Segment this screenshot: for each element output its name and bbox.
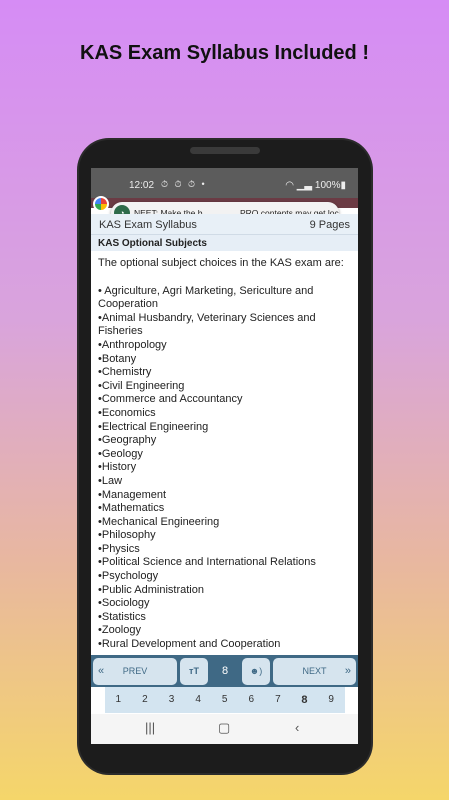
list-item: •Electrical Engineering	[98, 420, 209, 433]
status-battery: ◠ ▁▃ 100%▮	[285, 180, 346, 191]
document-header: KAS Exam Syllabus 9 Pages	[91, 214, 358, 234]
list-item: •Chemistry	[98, 366, 152, 379]
app-logo-icon	[93, 196, 109, 212]
section-content: The optional subject choices in the KAS …	[98, 257, 356, 652]
text-size-button[interactable]: тT	[180, 658, 208, 685]
next-label: NEXT	[302, 666, 327, 676]
back-icon[interactable]: ‹	[295, 720, 299, 735]
prev-label: PREV	[122, 666, 148, 676]
list-item: •Commerce and Accountancy	[98, 393, 243, 406]
page-count: 9 Pages	[309, 219, 350, 231]
page-link-4[interactable]: 4	[185, 694, 212, 705]
list-item: •Botany	[98, 352, 137, 365]
recents-icon[interactable]: |||	[145, 720, 155, 735]
signal-icon: ▁▃	[296, 180, 315, 191]
list-item: •Mechanical Engineering	[98, 515, 220, 528]
page-link-5[interactable]: 5	[211, 694, 238, 705]
page-link-8[interactable]: 8	[291, 694, 318, 706]
list-item: •Political Science and International Rel…	[98, 556, 316, 569]
wifi-icon: ◠	[285, 180, 297, 191]
next-button[interactable]: NEXT »	[273, 658, 356, 685]
battery-icon: ▮	[340, 180, 346, 191]
list-item: •Statistics	[98, 610, 146, 623]
list-item: •Animal Husbandry, Veterinary Sciences a…	[98, 311, 316, 338]
list-item: •Philosophy	[98, 529, 156, 542]
system-nav-bar: ||| ▢ ‹	[91, 714, 358, 744]
bottom-toolbar: « PREV тT 8 ☻) NEXT »	[91, 655, 358, 687]
current-page-indicator: 8	[221, 665, 229, 677]
page-link-1[interactable]: 1	[105, 694, 132, 705]
section-title: KAS Optional Subjects	[91, 234, 358, 251]
status-bar: 12:02 ⏱ ⏱ ⏱ • ◠ ▁▃ 100%▮	[91, 168, 358, 198]
list-item: •Geology	[98, 447, 143, 460]
list-item: •Economics	[98, 406, 156, 419]
document-title: KAS Exam Syllabus	[99, 219, 197, 231]
double-chevron-left-icon: «	[98, 665, 105, 677]
phone-speaker	[190, 147, 260, 154]
phone-screen: 12:02 ⏱ ⏱ ⏱ • ◠ ▁▃ 100%▮ ◔ NEET: Make th…	[91, 168, 358, 744]
list-item: •Mathematics	[98, 502, 165, 515]
page-link-6[interactable]: 6	[238, 694, 265, 705]
home-icon[interactable]: ▢	[218, 720, 230, 736]
page-link-9[interactable]: 9	[318, 694, 345, 705]
page-link-3[interactable]: 3	[158, 694, 185, 705]
list-item: •Management	[98, 488, 167, 501]
status-icons: ⏱ ⏱ ⏱ •	[161, 179, 207, 189]
status-time: 12:02	[129, 180, 155, 191]
promo-headline: KAS Exam Syllabus Included !	[80, 42, 369, 64]
list-item: •Rural Development and Cooperation	[98, 638, 281, 651]
page-selector: 1 2 3 4 5 6 7 8 9	[105, 687, 345, 713]
read-aloud-button[interactable]: ☻)	[242, 658, 270, 685]
list-item: •Sociology	[98, 597, 150, 610]
prev-button[interactable]: « PREV	[93, 658, 177, 685]
battery-level: 100%	[314, 180, 341, 191]
list-item: •Civil Engineering	[98, 379, 185, 392]
list-item: •Geography	[98, 434, 157, 447]
list-item: • Agriculture, Agri Marketing, Sericultu…	[98, 284, 314, 311]
list-item: •History	[98, 461, 137, 474]
list-item: •Anthropology	[98, 338, 167, 351]
double-chevron-right-icon: »	[344, 665, 351, 677]
section-intro: The optional subject choices in the KAS …	[98, 257, 344, 269]
list-item: •Zoology	[98, 624, 141, 637]
page-link-2[interactable]: 2	[132, 694, 159, 705]
list-item: •Law	[98, 474, 123, 487]
list-item: •Psychology	[98, 570, 159, 583]
speaker-person-icon: ☻)	[249, 666, 263, 676]
list-item: •Physics	[98, 542, 140, 555]
page-link-7[interactable]: 7	[265, 694, 292, 705]
list-item: •Public Administration	[98, 583, 204, 596]
